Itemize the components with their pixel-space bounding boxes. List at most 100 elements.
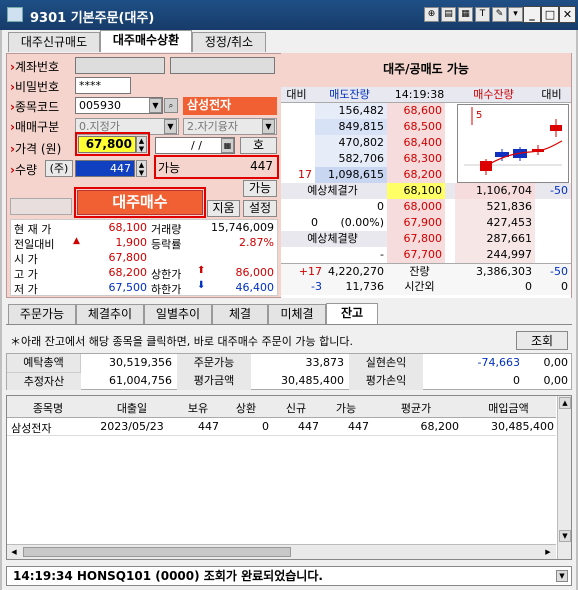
holdings-header-cell[interactable]: 매입금액 bbox=[461, 400, 556, 416]
settings-button[interactable]: 설정 bbox=[243, 200, 277, 217]
book-header-cell: 대비 bbox=[286, 88, 307, 101]
menu-chevron-icon[interactable]: ▾ bbox=[508, 7, 523, 22]
bid-row[interactable]: 0 68,000 521,836 bbox=[281, 199, 571, 215]
qty-label: ›수량 bbox=[10, 163, 38, 177]
calendar-icon[interactable]: ▦ bbox=[221, 138, 234, 153]
holdings-header-cell[interactable]: 종목명 bbox=[7, 400, 89, 416]
price-stepper[interactable]: ▲ ▼ bbox=[136, 136, 147, 153]
bid-row[interactable]: - 67,700 244,997 bbox=[281, 247, 571, 263]
tab-new-sell[interactable]: 대주신규매도 bbox=[8, 32, 100, 52]
total-row: +17 4,220,270 잔량 3,386,303 -50 bbox=[281, 263, 571, 279]
subtab-exec-trend[interactable]: 체결추이 bbox=[76, 304, 144, 324]
bid-price[interactable]: 67,700 bbox=[387, 247, 445, 263]
status-message: 14:19:34 HONSQ101 (0000) 조회가 완료되었습니다. bbox=[13, 569, 323, 583]
holdings-header-cell[interactable]: 평균가 bbox=[371, 400, 461, 416]
bid-price[interactable]: 67,800 bbox=[387, 231, 445, 247]
expected-price-label: 예상체결가 bbox=[307, 184, 358, 197]
screen-icon[interactable]: ▤ bbox=[441, 7, 456, 22]
credit-chevron-icon[interactable]: ▼ bbox=[262, 119, 275, 134]
table-row[interactable]: 삼성전자 2023/05/23 447 0 447 447 68,200 30,… bbox=[7, 419, 556, 436]
holdings-header-cell[interactable]: 보유 bbox=[175, 400, 221, 416]
holding-amount: 30,485,400 bbox=[491, 420, 554, 433]
password-field[interactable]: **** bbox=[75, 77, 131, 94]
ask-price[interactable]: 68,200 bbox=[387, 167, 445, 183]
quote-label: 하한가 bbox=[151, 283, 182, 296]
ask-price[interactable]: 68,500 bbox=[387, 119, 445, 135]
holdings-header-cell[interactable]: 대출일 bbox=[89, 400, 175, 416]
quote-label: 고 가 bbox=[14, 268, 38, 281]
ask-price[interactable]: 68,600 bbox=[387, 103, 445, 119]
status-dropdown-icon[interactable]: ▼ bbox=[556, 570, 568, 582]
text-icon[interactable]: T bbox=[475, 7, 490, 22]
ask-price[interactable]: 68,300 bbox=[387, 151, 445, 167]
bid-price[interactable]: 68,000 bbox=[387, 199, 445, 215]
subtab-orderable[interactable]: 주문가능 bbox=[8, 304, 76, 324]
price-input[interactable]: 67,800 bbox=[78, 136, 136, 153]
bid-qty: 427,453 bbox=[455, 215, 535, 231]
ask-qty: 849,815 bbox=[315, 119, 387, 135]
balance-notice: ＊아래 잔고에서 해당 종목을 클릭하면, 바로 대주매수 주문이 가능 합니다… bbox=[10, 335, 353, 348]
price-label: ›가격 (원) bbox=[10, 142, 62, 156]
bid-price[interactable]: 67,900 bbox=[387, 215, 445, 231]
high-price: 68,200 bbox=[108, 266, 148, 279]
horizontal-scrollbar[interactable]: ◀ ▶ bbox=[7, 544, 556, 559]
bid-qty: 521,836 bbox=[455, 199, 535, 215]
summary-table: 예탁총액 30,519,356 주문가능 33,873 실현손익 -74,663… bbox=[6, 353, 572, 390]
order-book: 대주/공매도 가능 대비 매도잔량 14:19:38 매수잔량 대비 156,4… bbox=[281, 53, 571, 298]
subtab-daily-trend[interactable]: 일별추이 bbox=[144, 304, 212, 324]
code-dropdown-icon[interactable]: ▼ bbox=[149, 98, 162, 113]
bid-qty: 287,661 bbox=[455, 231, 535, 247]
scroll-up-icon[interactable]: ▲ bbox=[559, 397, 571, 409]
summary-label: 실현손익 bbox=[349, 354, 423, 372]
open-price: 67,800 bbox=[108, 251, 148, 264]
realized-pnl: -74,663 bbox=[477, 356, 520, 369]
after-bid: 0 bbox=[525, 280, 532, 293]
ask-qty: 156,482 bbox=[315, 103, 387, 119]
scroll-down-icon[interactable]: ▼ bbox=[559, 530, 571, 542]
tab-modify-cancel[interactable]: 정정/취소 bbox=[192, 32, 266, 52]
bid-row[interactable]: 0 (0.00%) 67,900 427,453 bbox=[281, 215, 571, 231]
subtab-unexecuted[interactable]: 미체결 bbox=[268, 304, 326, 324]
minimize-button[interactable]: _ bbox=[523, 6, 541, 23]
tick-button[interactable]: 호 bbox=[240, 137, 277, 154]
bid-diff: -50 bbox=[550, 184, 568, 197]
book-header: 대비 매도잔량 14:19:38 매수잔량 대비 bbox=[281, 87, 571, 103]
avail-button[interactable]: 가능 bbox=[243, 180, 277, 197]
scroll-right-icon[interactable]: ▶ bbox=[542, 546, 554, 558]
current-price: 68,100 bbox=[108, 221, 148, 234]
clear-button[interactable]: 지움 bbox=[207, 200, 240, 217]
scroll-left-icon[interactable]: ◀ bbox=[8, 546, 20, 558]
holding-name[interactable]: 삼성전자 bbox=[11, 420, 51, 436]
ask-price[interactable]: 68,400 bbox=[387, 135, 445, 151]
holdings-header-cell[interactable]: 신규 bbox=[271, 400, 321, 416]
calc-icon[interactable]: ▦ bbox=[458, 7, 473, 22]
trade-type-chevron-icon[interactable]: ▼ bbox=[164, 119, 177, 134]
low-price: 67,500 bbox=[108, 281, 148, 294]
holdings-header-cell[interactable]: 가능 bbox=[321, 400, 371, 416]
memo-icon[interactable]: ✎ bbox=[492, 7, 507, 22]
search-icon[interactable]: ⌕ bbox=[164, 98, 178, 113]
bid-qty: 1,106,704 bbox=[455, 183, 535, 199]
subtab-executed[interactable]: 체결 bbox=[212, 304, 268, 324]
vertical-scrollbar[interactable]: ▲ ▼ bbox=[557, 396, 571, 559]
close-button[interactable]: ✕ bbox=[559, 6, 576, 23]
maximize-button[interactable]: □ bbox=[541, 6, 559, 23]
lookup-button[interactable]: 조회 bbox=[516, 331, 568, 350]
account-field-masked[interactable] bbox=[75, 57, 165, 74]
expected-price-row: 예상체결가 68,100 1,106,704 -50 bbox=[281, 183, 571, 199]
qty-stepper[interactable]: ▲ ▼ bbox=[136, 160, 147, 177]
bid-row[interactable]: 예상체결량 67,800 287,661 bbox=[281, 231, 571, 247]
holdings-header-cell[interactable]: 상환 bbox=[221, 400, 271, 416]
lower-limit: 46,400 bbox=[235, 281, 275, 294]
qty-unit-button[interactable]: (주) bbox=[45, 160, 73, 177]
pin-icon[interactable]: ⊕ bbox=[424, 7, 439, 22]
quote-label: 저 가 bbox=[14, 283, 38, 296]
subtab-balance[interactable]: 잔고 bbox=[326, 303, 378, 325]
buy-repay-submit-button[interactable]: 대주매수 bbox=[77, 190, 203, 215]
avail-qty: 447 bbox=[250, 159, 273, 173]
tab-buy-repay[interactable]: 대주매수상환 bbox=[100, 30, 192, 52]
scroll-thumb[interactable] bbox=[23, 547, 291, 557]
summary-label: 평가손익 bbox=[349, 372, 423, 390]
qty-input[interactable]: 447 bbox=[75, 160, 135, 177]
summary-value: 33,873 bbox=[305, 356, 345, 369]
